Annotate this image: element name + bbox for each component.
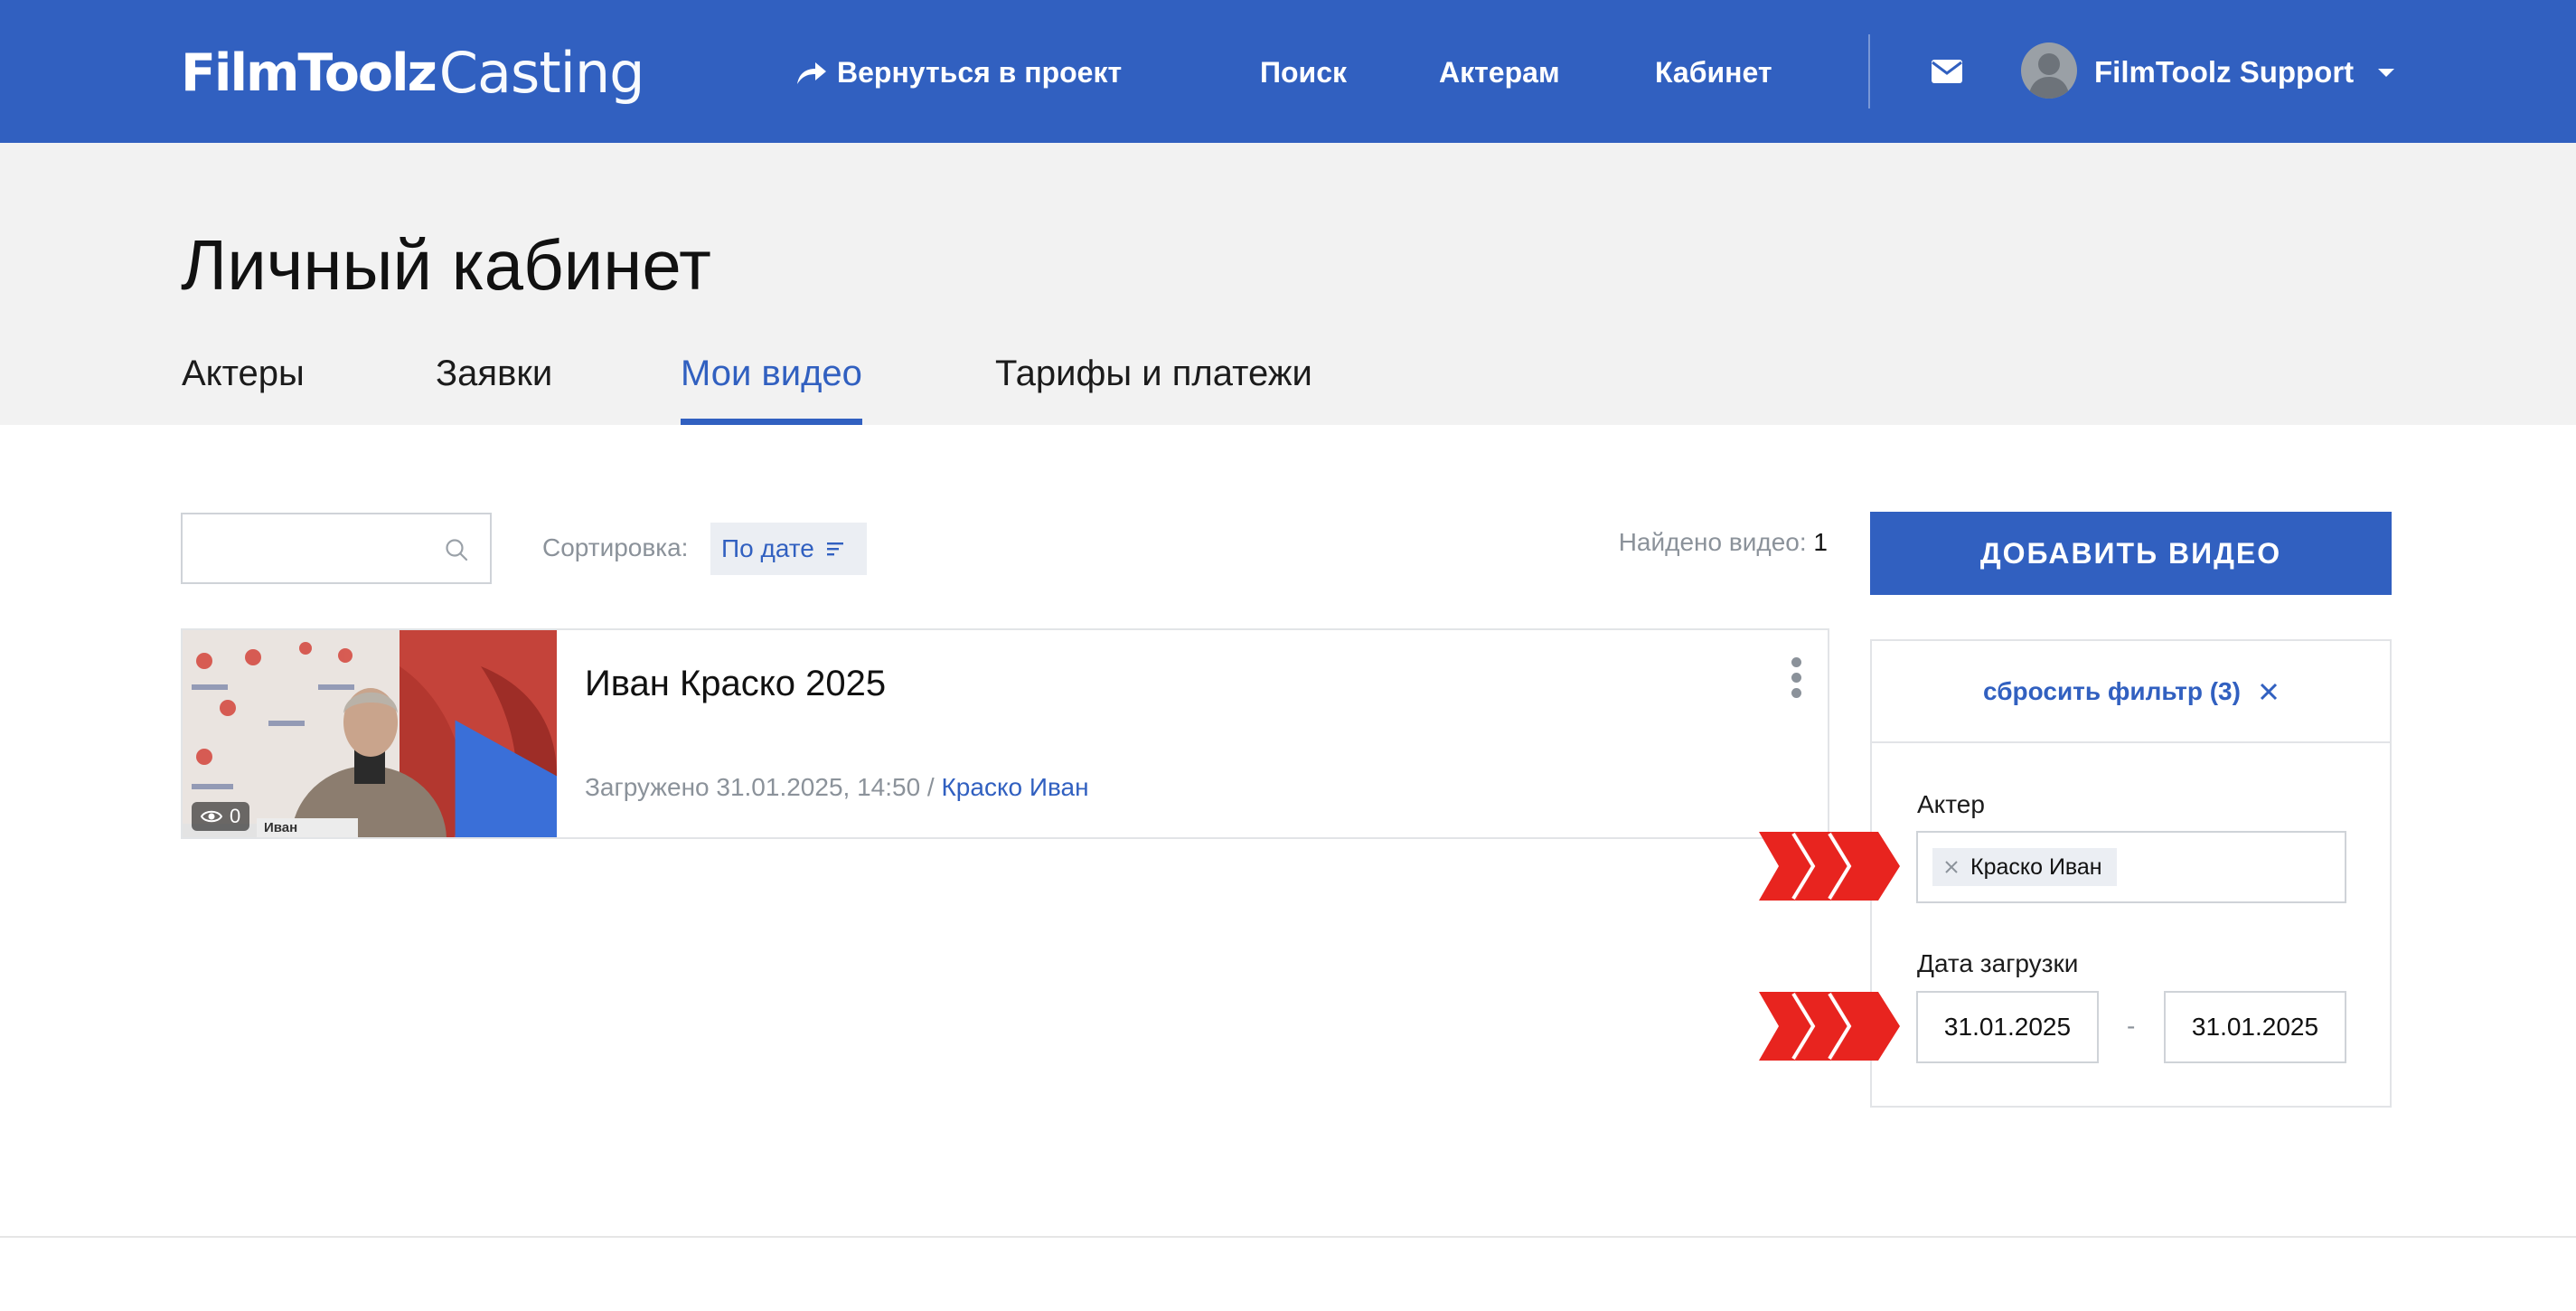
sort-by-date-button[interactable]: По дате (710, 523, 867, 575)
filmtoolz-casting-logo[interactable]: FilmToolz Casting (181, 33, 645, 106)
video-upload-date: Загружено 31.01.2025, 14:50 / (585, 773, 935, 801)
actor-filter-label: Актер (1917, 790, 1985, 818)
logo-light-text: Casting (438, 40, 645, 106)
tab-tariffs-payments[interactable]: Тарифы и платежи (995, 342, 1312, 425)
video-actor-link[interactable]: Краско Иван (942, 773, 1089, 801)
actor-filter-field[interactable]: Краско Иван (1916, 831, 2346, 903)
search-icon[interactable] (445, 538, 468, 561)
filter-panel: сбросить фильтр (3) Актер Краско Иван Да… (1870, 639, 2392, 1108)
date-from-input[interactable] (1916, 991, 2099, 1063)
upload-date-label: Дата загрузки (1917, 949, 2079, 977)
sort-label: Сортировка: (542, 533, 689, 561)
video-card: 0 Иван Иван Краско 2025 Загружено 31.01.… (181, 628, 1829, 839)
play-icon[interactable] (354, 712, 557, 837)
add-video-button[interactable]: ДОБАВИТЬ ВИДЕО (1870, 512, 2392, 595)
actor-chip-label: Краско Иван (1970, 854, 2102, 880)
top-navbar: FilmToolz Casting Вернуться в проект Пои… (0, 0, 2576, 143)
share-arrow-icon (797, 62, 826, 84)
tab-actors[interactable]: Актеры (182, 342, 305, 425)
red-chevron-marker-icon (1759, 832, 1900, 901)
tab-requests[interactable]: Заявки (436, 342, 552, 425)
back-to-project-label: Вернуться в проект (837, 56, 1123, 89)
user-avatar[interactable] (2021, 42, 2077, 99)
found-videos-count: Найдено видео: 1 (1619, 526, 1828, 559)
sort-value: По дате (721, 534, 814, 562)
mail-icon[interactable] (1932, 60, 1962, 83)
footer-divider (0, 1236, 2576, 1238)
red-chevron-marker-icon (1759, 992, 1900, 1061)
user-menu-name[interactable]: FilmToolz Support (2094, 49, 2354, 96)
reset-filter-label: сбросить фильтр (3) (1983, 676, 2241, 705)
nav-divider (1868, 34, 1870, 108)
reset-filter-button[interactable]: сбросить фильтр (3) (1872, 641, 2390, 743)
video-thumbnail[interactable]: 0 Иван (183, 630, 557, 837)
nav-cabinet[interactable]: Кабинет (1655, 51, 1772, 94)
close-icon (2260, 683, 2278, 700)
caret-down-icon[interactable] (2378, 69, 2394, 77)
sort-lines-icon (826, 542, 843, 556)
user-silhouette-icon (2028, 53, 2070, 99)
remove-chip-icon[interactable] (1943, 859, 1960, 875)
video-meta: Загружено 31.01.2025, 14:50 / Краско Ива… (585, 771, 1089, 804)
thumbnail-name-plate: Иван (257, 818, 358, 837)
page-title: Личный кабинет (181, 225, 711, 305)
views-badge: 0 (192, 802, 250, 831)
actor-filter-chip: Краско Иван (1932, 848, 2117, 886)
found-label: Найдено видео: (1618, 528, 1807, 556)
more-vertical-icon[interactable] (1791, 657, 1802, 699)
video-search-box (181, 513, 492, 584)
nav-actors[interactable]: Актерам (1439, 51, 1560, 94)
views-count: 0 (230, 805, 241, 827)
video-title[interactable]: Иван Краско 2025 (585, 661, 886, 706)
page-header: Личный кабинет Актеры Заявки Мои видео Т… (0, 143, 2576, 425)
eye-icon (201, 810, 222, 823)
nav-search[interactable]: Поиск (1260, 51, 1347, 94)
tab-my-videos[interactable]: Мои видео (681, 342, 862, 425)
logo-bold-text: FilmToolz (181, 43, 437, 103)
found-count: 1 (1813, 528, 1828, 556)
date-range-dash: - (2127, 1012, 2136, 1040)
date-to-input[interactable] (2164, 991, 2346, 1063)
video-search-input[interactable] (183, 514, 436, 582)
back-to-project-link[interactable]: Вернуться в проект (795, 51, 1122, 94)
